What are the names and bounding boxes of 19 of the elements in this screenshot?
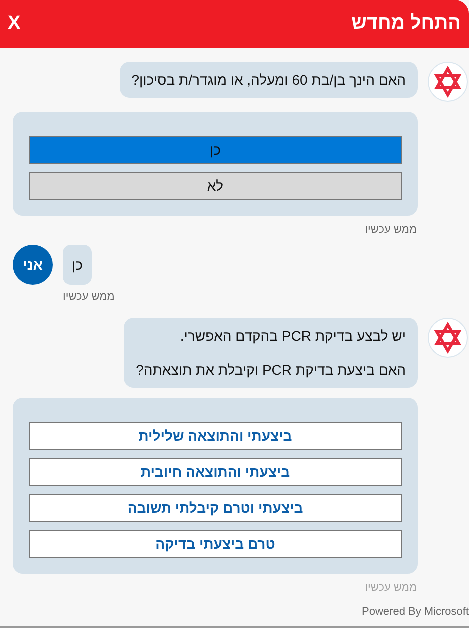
message-text: האם ביצעת בדיקת PCR וקיבלת את תוצאתה? <box>136 361 406 380</box>
message-text: האם הינך בן/בת 60 ומעלה, או מוגדר/ת בסיכון? <box>132 71 406 90</box>
choice-button[interactable]: ביצעתי וטרם קיבלתי תשובה <box>29 494 402 522</box>
choice-button[interactable]: כן <box>29 136 402 164</box>
user-avatar: אני <box>13 245 53 285</box>
timestamp-text: ממש עכשיו <box>63 290 115 304</box>
timestamp-text: ממש עכשיו <box>365 223 417 237</box>
star-of-david-icon <box>428 318 468 358</box>
close-button[interactable]: X <box>8 10 21 38</box>
message-bubble: כן <box>63 245 92 285</box>
choice-button[interactable]: לא <box>29 172 402 200</box>
powered-by-text: Powered By Microsoft <box>362 604 469 620</box>
timestamp-text: ממש עכשיו <box>365 581 417 595</box>
star-of-david-icon <box>428 62 468 102</box>
choice-button[interactable]: טרם ביצעתי בדיקה <box>29 530 402 558</box>
choice-button[interactable]: ביצעתי והתוצאה שלילית <box>29 422 402 450</box>
restart-link[interactable]: התחל מחדש <box>352 10 461 38</box>
message-text: יש לבצע בדיקת PCR בהקדם האפשרי. <box>179 327 406 346</box>
choice-button[interactable]: ביצעתי והתוצאה חיובית <box>29 458 402 486</box>
